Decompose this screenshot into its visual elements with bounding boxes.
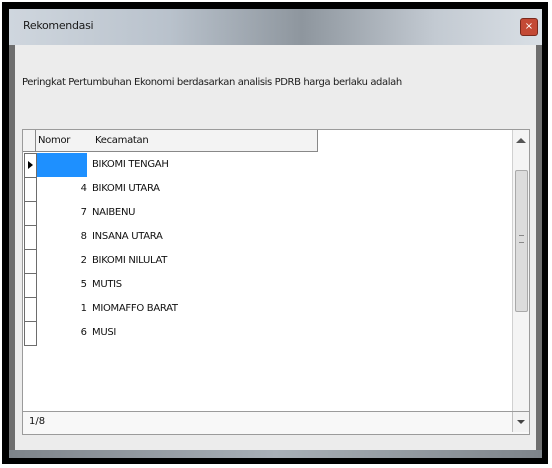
data-grid[interactable]: Nomor Kecamatan 3 BIKOMI TENGAH 4 BIKOMI…	[22, 129, 530, 435]
row-selector[interactable]	[24, 177, 37, 202]
cell-nomor[interactable]: 5	[37, 273, 87, 297]
table-row[interactable]: 6 MUSI	[23, 321, 317, 346]
dialog-body: Peringkat Pertumbuhan Ekonomi berdasarka…	[15, 45, 536, 450]
window-title: Rekomendasi	[23, 19, 94, 32]
table-row[interactable]: 4 BIKOMI UTARA	[23, 177, 317, 202]
row-selector[interactable]	[24, 249, 37, 274]
table-row[interactable]: 7 NAIBENU	[23, 201, 317, 226]
cell-nomor[interactable]: 2	[37, 249, 87, 273]
cell-kecamatan[interactable]: MIOMAFFO BARAT	[92, 297, 316, 321]
row-selector[interactable]	[24, 273, 37, 298]
cell-nomor[interactable]: 6	[37, 321, 87, 345]
scroll-thumb[interactable]	[515, 170, 528, 312]
row-selector[interactable]	[24, 225, 37, 250]
table-row[interactable]: 1 MIOMAFFO BARAT	[23, 297, 317, 322]
window-bottom-border	[9, 450, 542, 458]
row-selector[interactable]	[24, 201, 37, 226]
cell-nomor[interactable]: 3	[37, 153, 87, 177]
vertical-scrollbar[interactable]	[512, 130, 529, 432]
cell-kecamatan[interactable]: BIKOMI TENGAH	[92, 153, 316, 177]
column-header-kecamatan[interactable]: Kecamatan	[93, 130, 318, 152]
table-row[interactable]: 3 BIKOMI TENGAH	[23, 153, 317, 178]
close-button[interactable]: ×	[520, 18, 538, 36]
table-row[interactable]: 2 BIKOMI NILULAT	[23, 249, 317, 274]
chevron-down-icon[interactable]	[512, 412, 529, 432]
cell-kecamatan[interactable]: NAIBENU	[92, 201, 316, 225]
prompt-label: Peringkat Pertumbuhan Ekonomi berdasarka…	[22, 77, 402, 88]
grip-icon	[519, 235, 524, 243]
cell-nomor[interactable]: 8	[37, 225, 87, 249]
header-selector-cell[interactable]	[23, 130, 36, 152]
close-icon: ×	[524, 21, 534, 32]
cell-kecamatan[interactable]: BIKOMI UTARA	[92, 177, 316, 201]
cell-nomor[interactable]: 7	[37, 201, 87, 225]
cell-kecamatan[interactable]: INSANA UTARA	[92, 225, 316, 249]
cell-kecamatan[interactable]: BIKOMI NILULAT	[92, 249, 316, 273]
dialog-window: Rekomendasi × Peringkat Pertumbuhan Ekon…	[9, 9, 542, 458]
screenshot-frame: Rekomendasi × Peringkat Pertumbuhan Ekon…	[2, 2, 548, 464]
row-pointer-icon[interactable]	[24, 153, 37, 178]
cell-kecamatan[interactable]: MUSI	[92, 321, 316, 345]
row-selector[interactable]	[24, 321, 37, 346]
cell-nomor[interactable]: 4	[37, 177, 87, 201]
grid-header: Nomor Kecamatan	[23, 130, 318, 152]
cell-nomor[interactable]: 1	[37, 297, 87, 321]
cell-kecamatan[interactable]: MUTIS	[92, 273, 316, 297]
record-position: 1/8	[29, 416, 46, 427]
row-selector[interactable]	[24, 297, 37, 322]
column-header-nomor[interactable]: Nomor	[36, 130, 94, 152]
table-row[interactable]: 8 INSANA UTARA	[23, 225, 317, 250]
table-row[interactable]: 5 MUTIS	[23, 273, 317, 298]
scroll-up-icon[interactable]	[516, 138, 526, 143]
record-navigator[interactable]: 1/8	[22, 411, 530, 435]
title-bar[interactable]: Rekomendasi ×	[9, 9, 542, 45]
